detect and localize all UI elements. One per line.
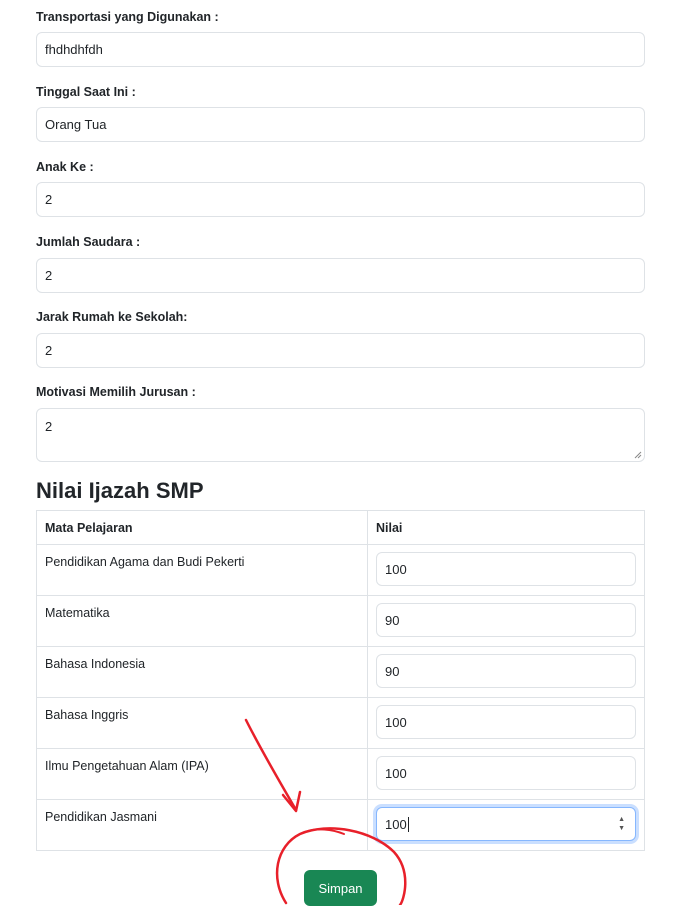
siblings-label: Jumlah Saudara :: [36, 235, 141, 249]
table-row: Bahasa Inggris 100: [36, 697, 645, 749]
table-row: Pendidikan Agama dan Budi Pekerti 100: [36, 544, 645, 596]
subject-cell: Matematika: [36, 595, 368, 647]
subject-column-header: Mata Pelajaran: [36, 510, 368, 545]
transport-input[interactable]: fhdhdhfdh: [36, 32, 645, 67]
resize-handle-icon[interactable]: [634, 451, 642, 459]
table-row: Ilmu Pengetahuan Alam (IPA) 100: [36, 748, 645, 800]
subject-cell: Ilmu Pengetahuan Alam (IPA): [36, 748, 368, 800]
transport-label: Transportasi yang Digunakan :: [36, 10, 219, 24]
spin-up-icon[interactable]: ▲: [618, 815, 625, 824]
child-order-input[interactable]: 2: [36, 182, 645, 217]
siblings-input[interactable]: 2: [36, 258, 645, 293]
grades-section-title: Nilai Ijazah SMP: [36, 478, 204, 503]
score-input[interactable]: 100: [376, 705, 636, 739]
score-input[interactable]: 90: [376, 603, 636, 637]
text-caret: [407, 816, 409, 832]
distance-value: 2: [45, 343, 53, 358]
score-cell: 100: [367, 544, 645, 596]
spin-down-icon[interactable]: ▼: [618, 824, 625, 833]
save-button[interactable]: Simpan: [304, 870, 377, 906]
transport-value: fhdhdhfdh: [45, 42, 103, 57]
score-value: 90: [385, 663, 400, 679]
subject-cell: Pendidikan Agama dan Budi Pekerti: [36, 544, 368, 596]
score-cell: 100: [367, 697, 645, 749]
table-row: Matematika 90: [36, 595, 645, 647]
motivation-label: Motivasi Memilih Jurusan :: [36, 385, 196, 399]
score-column-header: Nilai: [367, 510, 645, 545]
distance-input[interactable]: 2: [36, 333, 645, 368]
residence-value: Orang Tua: [45, 117, 107, 132]
score-cell: 90: [367, 595, 645, 647]
siblings-value: 2: [45, 268, 53, 283]
number-spinner[interactable]: ▲ ▼: [618, 815, 625, 833]
score-cell: 90: [367, 646, 645, 698]
score-input[interactable]: 90: [376, 654, 636, 688]
residence-label: Tinggal Saat Ini :: [36, 85, 136, 99]
score-input-focused[interactable]: 100 ▲ ▼: [376, 807, 636, 841]
score-value: 90: [385, 612, 400, 628]
table-header-row: Mata Pelajaran Nilai: [36, 510, 645, 545]
subject-cell: Bahasa Inggris: [36, 697, 368, 749]
score-value: 100: [385, 765, 407, 781]
table-row: Bahasa Indonesia 90: [36, 646, 645, 698]
distance-label: Jarak Rumah ke Sekolah:: [36, 310, 188, 324]
grades-table: Mata Pelajaran Nilai Pendidikan Agama da…: [36, 510, 645, 851]
child-order-value: 2: [45, 192, 53, 207]
score-cell: 100: [367, 748, 645, 800]
residence-input[interactable]: Orang Tua: [36, 107, 645, 142]
score-cell: 100 ▲ ▼: [367, 799, 645, 851]
score-input[interactable]: 100: [376, 756, 636, 790]
score-value: 100: [385, 816, 407, 832]
score-input[interactable]: 100: [376, 552, 636, 586]
subject-cell: Bahasa Indonesia: [36, 646, 368, 698]
child-order-label: Anak Ke :: [36, 160, 94, 174]
score-value: 100: [385, 714, 407, 730]
table-row: Pendidikan Jasmani 100 ▲ ▼: [36, 799, 645, 851]
motivation-value: 2: [45, 419, 53, 434]
score-value: 100: [385, 561, 407, 577]
subject-cell: Pendidikan Jasmani: [36, 799, 368, 851]
motivation-textarea[interactable]: 2: [36, 408, 645, 462]
